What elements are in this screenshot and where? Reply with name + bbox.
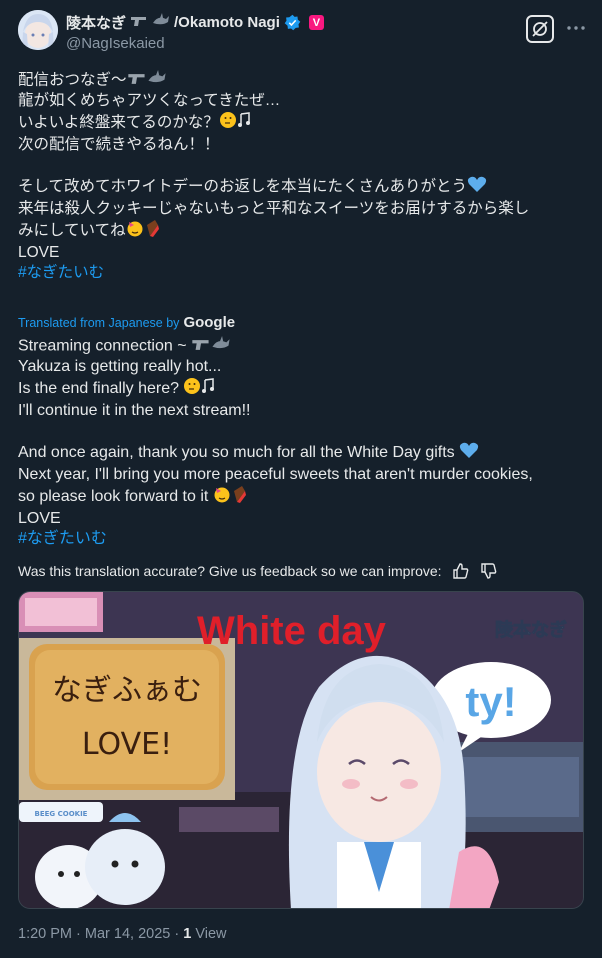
original-line-6: 来年は殺人クッキーじゃないもっと平和なスイーツをお届けするから楽し (18, 200, 530, 217)
grok-button[interactable] (526, 15, 554, 43)
translated-line-4: I'll continue it in the next stream!! (18, 402, 251, 419)
media-illustration: なぎふぁむ LOVE! White day 陵本なぎ ty! BEEG COOK… (19, 592, 583, 908)
author-name-row[interactable]: 陵本なぎ /Okamoto Nagi V (66, 12, 324, 33)
feedback-text: Was this translation accurate? Give us f… (18, 563, 442, 579)
translated-line-2: Yakuza is getting really hot... (18, 358, 222, 375)
original-line-3: いよいよ終盤来てるのかな？ (18, 114, 219, 132)
original-line-1: 配信おつなぎ〜 (18, 71, 127, 89)
google-logo: Google (183, 314, 236, 331)
blue-heart-emoji-icon (467, 175, 487, 199)
music-notes-emoji-icon (201, 378, 215, 400)
chocolate-emoji-icon (231, 485, 247, 509)
tweet-media-image[interactable]: なぎふぁむ LOVE! White day 陵本なぎ ty! BEEG COOK… (18, 591, 584, 909)
tweet-original-text: 配信おつなぎ〜 龍が如くめちゃアツくなってきたぜ… いよいよ終盤来てるのかな？ … (18, 70, 586, 283)
chocolate-emoji-icon (144, 219, 160, 243)
speech-bubble-text: ty! (465, 678, 516, 725)
verified-badge-icon[interactable] (284, 14, 301, 31)
thinking-face-emoji-icon (183, 377, 201, 401)
sticker-text: BEEG COOKIE (35, 810, 88, 818)
cookie-text-love: LOVE! (82, 727, 172, 762)
cookie-text-name: なぎふぁむ (52, 673, 202, 708)
avatar-image (18, 10, 58, 50)
original-line-7: みにしていてね (18, 222, 126, 240)
tweet-translated-text: Streaming connection ~ Yakuza is getting… (18, 336, 598, 549)
translated-line-6: Next year, I'll bring you more peaceful … (18, 466, 533, 483)
gun-emoji-icon (127, 71, 147, 91)
grok-icon (532, 21, 548, 37)
party-face-emoji-icon (213, 485, 231, 509)
translated-hashtag-link[interactable]: #なぎたいむ (18, 530, 107, 547)
views-label: View (195, 926, 227, 942)
channel-logo: 陵本なぎ (495, 619, 567, 641)
translated-line-5: And once again, thank you so much for al… (18, 444, 455, 462)
thinking-face-emoji-icon (219, 111, 237, 135)
thumbs-down-icon[interactable] (480, 562, 498, 580)
gun-emoji-icon (130, 14, 148, 32)
avatar[interactable] (18, 10, 58, 50)
translation-label: Translated from Japanese by (18, 315, 180, 330)
shark-emoji-icon (152, 13, 170, 32)
translated-line-7: so please look forward to it (18, 488, 209, 506)
translated-line-8: LOVE (18, 510, 61, 527)
translated-line-3: Is the end finally here? (18, 380, 179, 398)
display-name[interactable]: 陵本なぎ (66, 12, 126, 33)
original-hashtag-link[interactable]: #なぎたいむ (18, 264, 104, 281)
music-notes-emoji-icon (237, 112, 251, 134)
tweet-timestamp[interactable]: 1:20 PM · Mar 14, 2025 · (18, 926, 179, 942)
more-icon (567, 26, 585, 30)
tweet-timestamp-row: 1:20 PM · Mar 14, 2025 · 1 View (18, 926, 227, 942)
translation-attribution: Translated from Japanese by Google (18, 314, 235, 331)
blue-heart-emoji-icon (459, 441, 479, 465)
shark-emoji-icon (147, 70, 167, 91)
gun-emoji-icon (191, 337, 211, 357)
shark-emoji-icon (211, 336, 231, 357)
author-handle[interactable]: @NagIsekaied (66, 35, 165, 52)
original-line-5: そして改めてホワイトデーのお返しを本当にたくさんありがとう (18, 178, 468, 196)
thumbs-up-icon[interactable] (452, 562, 470, 580)
display-name-suffix[interactable]: /Okamoto Nagi (174, 14, 280, 31)
subscriber-badge[interactable]: V (308, 15, 324, 30)
translated-line-1: Streaming connection ~ (18, 337, 187, 355)
original-line-4: 次の配信で続きやるねん！！ (18, 136, 220, 153)
views-count: 1 (183, 926, 192, 942)
media-headline: White day (197, 609, 387, 653)
translation-feedback: Was this translation accurate? Give us f… (18, 562, 498, 580)
original-line-8: LOVE (18, 244, 60, 261)
party-face-emoji-icon (126, 219, 144, 243)
original-line-2: 龍が如くめちゃアツくなってきたぜ… (18, 92, 281, 109)
more-button[interactable] (564, 16, 588, 40)
